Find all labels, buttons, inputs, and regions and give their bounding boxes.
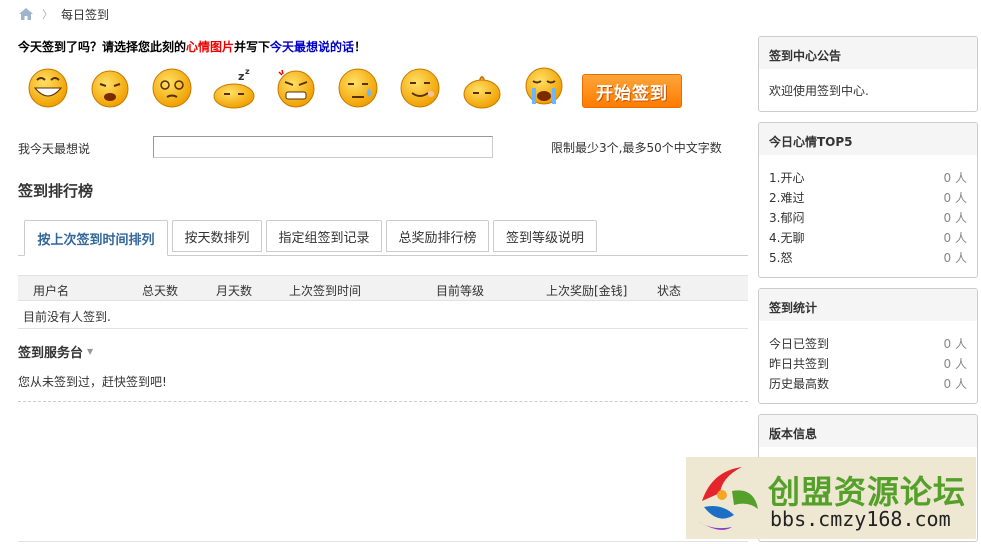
list-item: 昨日共签到 0 人 (769, 353, 967, 373)
svg-text:z: z (245, 67, 250, 76)
tab-last-checkin-time[interactable]: 按上次签到时间排列 (24, 220, 168, 256)
happy-face-icon[interactable] (26, 66, 70, 110)
divider (18, 541, 748, 542)
watermark-url: bbs.cmzy168.com (770, 507, 951, 531)
column-total-days: 总天数 (142, 284, 179, 298)
notice-panel: 签到中心公告 欢迎使用签到中心. (758, 36, 978, 112)
stat-count: 0 人 (943, 336, 967, 351)
angry-face-icon[interactable] (274, 66, 318, 110)
divider (18, 328, 748, 329)
watermark: 创盟资源论坛 bbs.cmzy168.com (686, 457, 976, 539)
tab-by-days[interactable]: 按天数排列 (172, 220, 262, 252)
stat-name: 昨日共签到 (769, 356, 830, 371)
list-item: 5.怒 0 人 (769, 247, 967, 267)
tab-level-info[interactable]: 签到等级说明 (493, 220, 597, 252)
mood-top-panel: 今日心情TOP5 1.开心 0 人 2.难过 0 人 3.郁闷 0 人 4.无聊 0 人… (758, 122, 978, 278)
svg-text:z: z (238, 70, 244, 83)
stat-name: 今日已签到 (769, 336, 830, 351)
chevron-down-icon: ▼ (87, 347, 94, 356)
tab-total-reward[interactable]: 总奖励排行榜 (386, 220, 489, 252)
sweat-face-icon[interactable] (336, 66, 380, 110)
mood-count: 0 人 (943, 250, 967, 265)
stat-name: 历史最高数 (769, 376, 830, 391)
dizzy-face-icon[interactable] (150, 66, 194, 110)
tab-group-records[interactable]: 指定组签到记录 (266, 220, 382, 252)
watermark-logo-icon (698, 467, 758, 530)
list-item: 4.无聊 0 人 (769, 227, 967, 247)
list-item: 今日已签到 0 人 (769, 333, 967, 353)
column-username: 用户名 (33, 284, 70, 298)
column-last-checkin: 上次签到时间 (289, 284, 362, 298)
mood-name: 3.郁闷 (769, 210, 805, 225)
stat-count: 0 人 (943, 376, 967, 391)
ranking-title: 签到排行榜 (18, 182, 94, 200)
ranking-table-header: 用户名 总天数 月天数 上次签到时间 目前等级 上次奖励[金钱] 状态 (18, 275, 748, 301)
crying-face-icon[interactable] (522, 66, 566, 110)
mood-name: 2.难过 (769, 190, 805, 205)
prompt-text: 并写下 (234, 40, 271, 54)
say-label: 我今天最想说 (18, 142, 91, 156)
mood-picker: z z (26, 66, 566, 110)
column-status: 状态 (657, 284, 682, 298)
column-level: 目前等级 (436, 284, 485, 298)
sad-face-icon[interactable] (88, 66, 132, 110)
sleepy-face-icon[interactable]: z z (212, 66, 256, 110)
stats-panel: 签到统计 今日已签到 0 人 昨日共签到 0 人 历史最高数 0 人 (758, 288, 978, 404)
version-title: 版本信息 (759, 415, 977, 447)
mood-count: 0 人 (943, 190, 967, 205)
list-item: 历史最高数 0 人 (769, 373, 967, 393)
mood-count: 0 人 (943, 210, 967, 225)
mood-top-title: 今日心情TOP5 (759, 123, 977, 155)
column-last-reward: 上次奖励[金钱] (546, 284, 628, 298)
mood-prompt: 今天签到了吗？请选择您此刻的心情图片并写下今天最想说的话！ (18, 38, 366, 55)
say-hint: 限制最少3个,最多50个中文字数 (551, 141, 722, 155)
calm-face-icon[interactable] (460, 66, 504, 110)
list-item: 3.郁闷 0 人 (769, 207, 967, 227)
main-content: 今天签到了吗？请选择您此刻的心情图片并写下今天最想说的话！ z z 开始签到 我… (18, 0, 748, 544)
list-item: 2.难过 0 人 (769, 187, 967, 207)
prompt-text: ！ (354, 40, 367, 54)
notice-text: 欢迎使用签到中心. (769, 84, 869, 98)
divider (18, 401, 748, 402)
prompt-text: 今天签到了吗？请选择您此刻的 (18, 40, 187, 54)
service-title-text: 签到服务台 (18, 346, 84, 361)
ranking-tabs: 按上次签到时间排列 按天数排列 指定组签到记录 总奖励排行榜 签到等级说明 (18, 220, 748, 256)
ranking-empty-message: 目前没有人签到. (23, 310, 111, 324)
service-title[interactable]: 签到服务台 ▼ (18, 342, 93, 361)
column-month-days: 月天数 (216, 284, 253, 298)
mood-name: 4.无聊 (769, 230, 805, 245)
prompt-highlight-mood: 心情图片 (186, 40, 235, 54)
prompt-highlight-words: 今天最想说的话 (270, 40, 355, 54)
start-checkin-button[interactable]: 开始签到 (582, 74, 682, 108)
stat-count: 0 人 (943, 356, 967, 371)
sick-face-icon[interactable] (398, 66, 442, 110)
say-input[interactable] (153, 136, 493, 158)
mood-name: 5.怒 (769, 250, 793, 265)
list-item: 1.开心 0 人 (769, 167, 967, 187)
stats-title: 签到统计 (759, 289, 977, 321)
service-message: 您从未签到过，赶快签到吧! (18, 375, 167, 389)
mood-count: 0 人 (943, 170, 967, 185)
mood-count: 0 人 (943, 230, 967, 245)
mood-name: 1.开心 (769, 170, 805, 185)
notice-title: 签到中心公告 (759, 37, 977, 69)
